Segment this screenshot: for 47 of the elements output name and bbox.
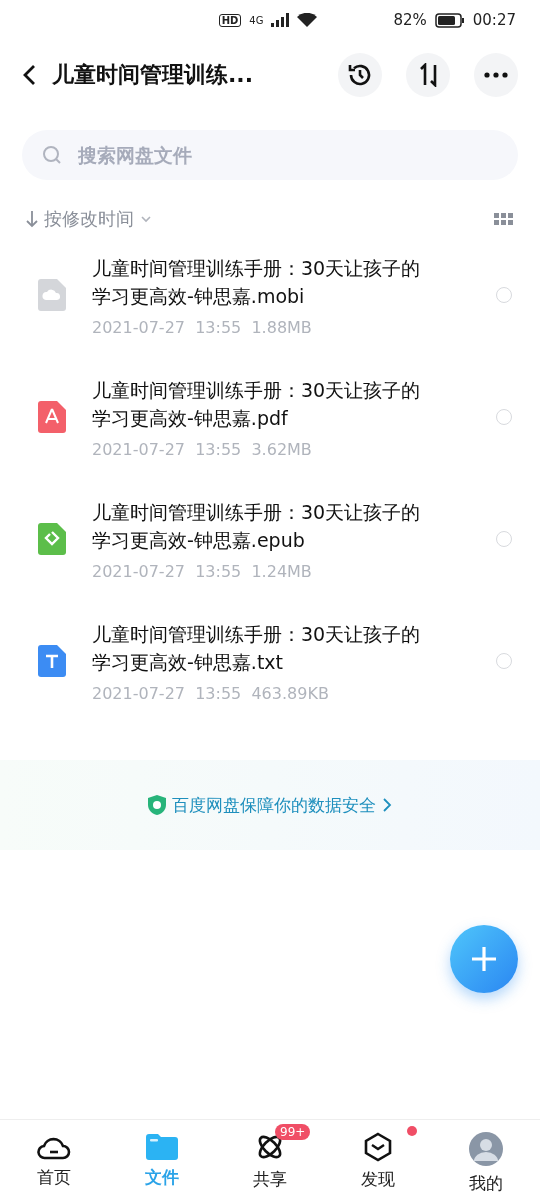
search-field[interactable]: 搜索网盘文件 (22, 130, 518, 180)
txt-file-icon (38, 645, 66, 677)
folder-title: 儿童时间管理训练... (52, 61, 255, 89)
chevron-right-icon (382, 797, 392, 813)
file-meta: 2021-07-27 13:55 1.88MB (92, 317, 313, 337)
file-name: 儿童时间管理训练手册：30天让孩子的学习更高效-钟思嘉.mobi (92, 255, 422, 309)
file-row[interactable]: 儿童时间管理训练手册：30天让孩子的学习更高效-钟思嘉.txt 2021-07-27 13:55 463.89KB (0, 600, 540, 722)
back-icon[interactable] (22, 64, 36, 86)
wifi-icon (297, 13, 318, 27)
hd-indicator: HD (218, 13, 242, 27)
shield-icon (148, 795, 166, 815)
file-name: 儿童时间管理训练手册：30天让孩子的学习更高效-钟思嘉.epub (92, 499, 422, 553)
file-name: 儿童时间管理训练手册：30天让孩子的学习更高效-钟思嘉.pdf (92, 377, 422, 431)
nav-tab[interactable]: 99+ 共享 (216, 1120, 324, 1200)
file-row[interactable]: 儿童时间管理训练手册：30天让孩子的学习更高效-钟思嘉.pdf 2021-07-27 13:55 3.62MB (0, 356, 540, 478)
more-icon (484, 72, 508, 78)
file-row[interactable]: 儿童时间管理训练手册：30天让孩子的学习更高效-钟思嘉.epub 2021-07-27 13:55 1.24MB (0, 478, 540, 600)
battery-percent: 82% (393, 11, 427, 29)
nav-tab[interactable]: 我的 (432, 1120, 540, 1200)
pdf-file-icon (38, 401, 66, 433)
down-arrow-icon (26, 210, 38, 228)
count-badge: 99+ (275, 1124, 311, 1140)
avatar-icon (469, 1132, 503, 1166)
sort-button[interactable] (406, 53, 450, 97)
network-type: 4G (249, 14, 264, 26)
grid-view-icon[interactable] (494, 212, 514, 226)
security-link[interactable]: 百度网盘保障你的数据安全 (148, 793, 392, 817)
file-meta: 2021-07-27 13:55 3.62MB (92, 439, 313, 459)
plus-icon (470, 945, 498, 973)
history-icon (347, 62, 373, 88)
file-meta: 2021-07-27 13:55 1.24MB (92, 561, 313, 581)
battery-icon (434, 12, 465, 28)
clock-time: 00:27 (472, 11, 516, 29)
folder-icon (146, 1132, 178, 1160)
nav-tab[interactable]: 发现 (324, 1120, 432, 1200)
mobi-file-icon (38, 279, 66, 311)
more-button[interactable] (474, 53, 518, 97)
add-button[interactable] (450, 925, 518, 993)
history-button[interactable] (338, 53, 382, 97)
epub-file-icon (38, 523, 66, 555)
file-meta: 2021-07-27 13:55 463.89KB (92, 683, 330, 703)
nav-tab[interactable]: 首页 (0, 1120, 108, 1200)
chevron-down-icon (140, 215, 152, 223)
signal-icon (271, 13, 290, 27)
search-icon (42, 145, 62, 165)
file-row[interactable]: 儿童时间管理训练手册：30天让孩子的学习更高效-钟思嘉.mobi 2021-07-27 13:55 1.88MB (0, 234, 540, 356)
file-name: 儿童时间管理训练手册：30天让孩子的学习更高效-钟思嘉.txt (92, 621, 422, 675)
